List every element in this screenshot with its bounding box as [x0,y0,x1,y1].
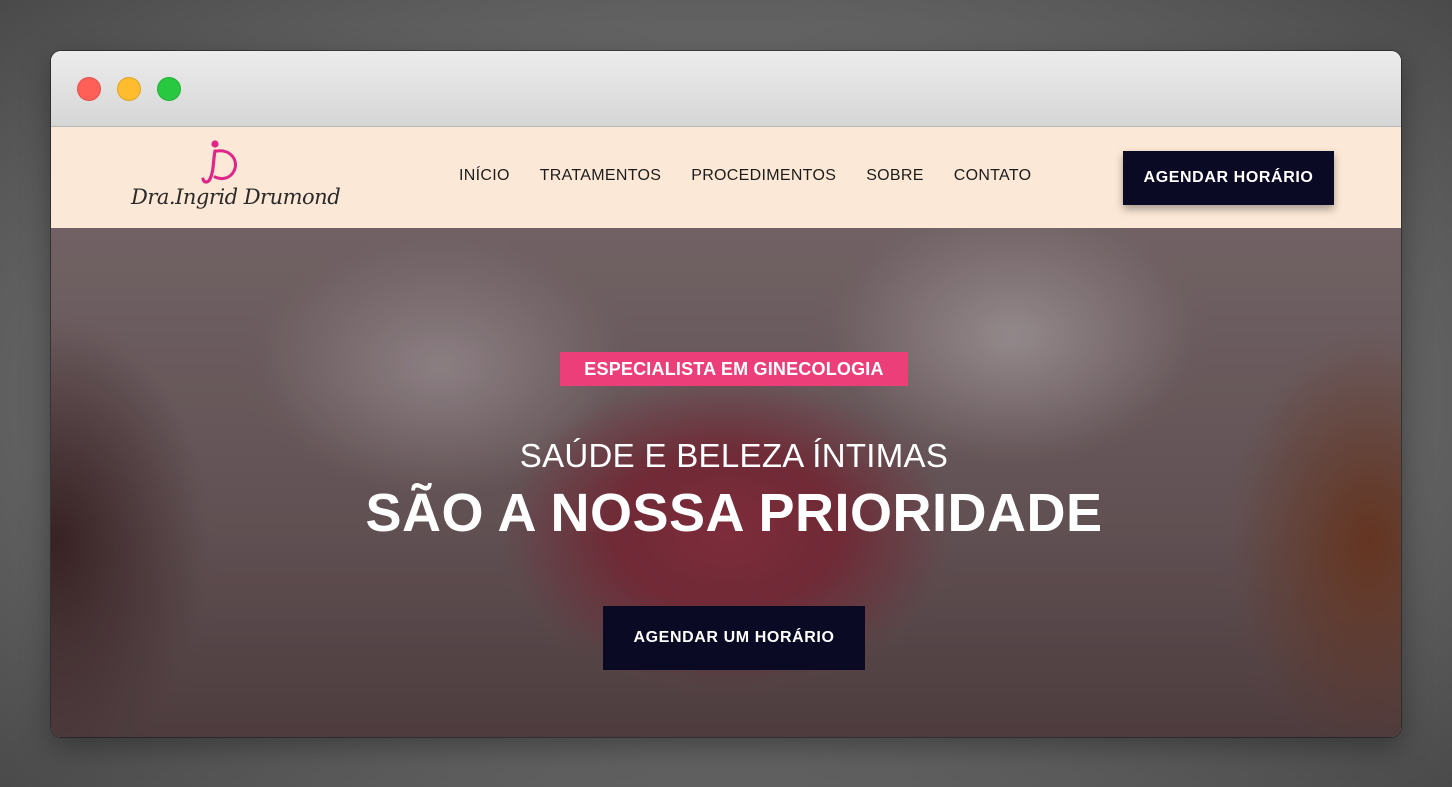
window-titlebar [51,51,1401,127]
nav-item-tratamentos[interactable]: TRATAMENTOS [540,167,662,185]
site-logo[interactable]: Dra.Ingrid Drumond [131,139,341,215]
hero-section: ESPECIALISTA EM GINECOLOGIA SAÚDE E BELE… [51,228,1401,737]
minimize-window-button[interactable] [117,77,141,101]
site-header: Dra.Ingrid Drumond INÍCIO TRATAMENTOS PR… [51,127,1401,228]
logo-text: Dra.Ingrid Drumond [131,185,341,209]
close-window-button[interactable] [77,77,101,101]
browser-window: Dra.Ingrid Drumond INÍCIO TRATAMENTOS PR… [51,51,1401,737]
nav-item-contato[interactable]: CONTATO [954,167,1032,185]
nav-item-inicio[interactable]: INÍCIO [459,167,510,185]
hero-title: SÃO A NOSSA PRIORIDADE [365,483,1103,543]
hero-subtitle: SAÚDE E BELEZA ÍNTIMAS [519,437,949,474]
logo-monogram-icon [201,140,237,184]
specialty-badge: ESPECIALISTA EM GINECOLOGIA [560,352,908,386]
nav-item-procedimentos[interactable]: PROCEDIMENTOS [691,167,836,185]
nav-item-sobre[interactable]: SOBRE [866,167,924,185]
maximize-window-button[interactable] [157,77,181,101]
header-schedule-button[interactable]: AGENDAR HORÁRIO [1123,151,1334,205]
hero-schedule-button[interactable]: AGENDAR UM HORÁRIO [603,606,865,670]
main-nav: INÍCIO TRATAMENTOS PROCEDIMENTOS SOBRE C… [459,167,1061,185]
